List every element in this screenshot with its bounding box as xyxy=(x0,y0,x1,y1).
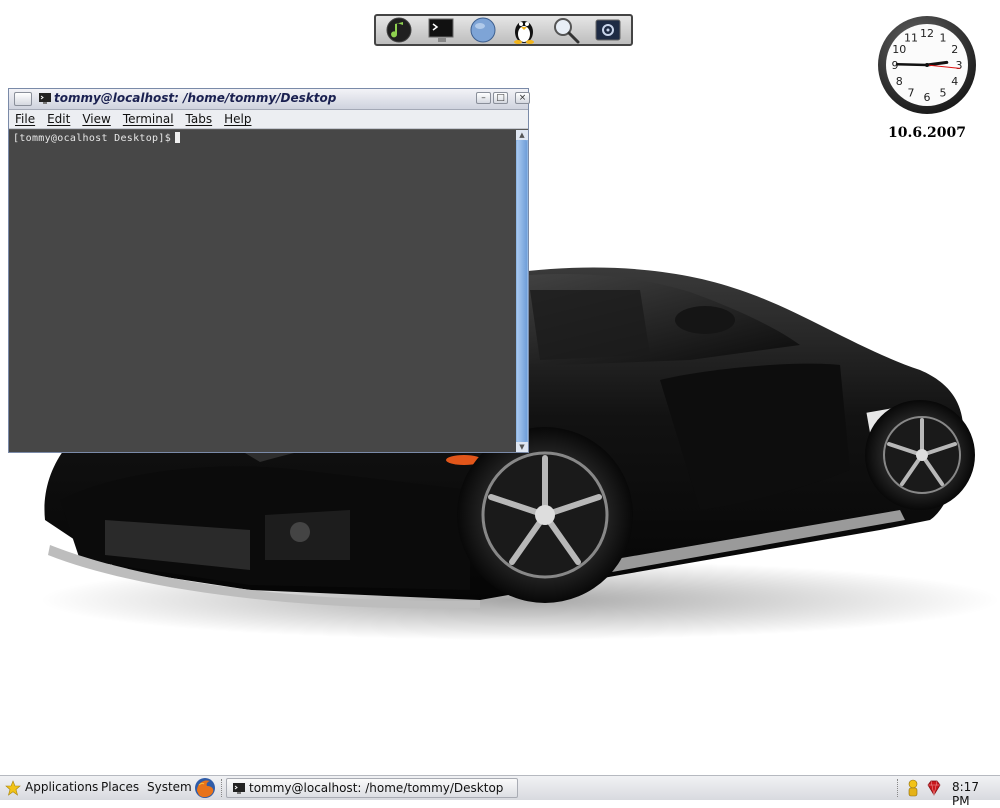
terminal-body[interactable]: [tommy@ocalhost Desktop]$ xyxy=(9,130,516,452)
places-menu[interactable]: Places xyxy=(101,780,139,794)
panel-separator xyxy=(897,779,902,797)
scroll-down-arrow-icon[interactable]: ▼ xyxy=(516,442,528,452)
clock-number: 9 xyxy=(892,59,899,72)
taskbar-label: tommy@localhost: /home/tommy/Desktop xyxy=(249,781,504,795)
launcher-dock xyxy=(374,14,633,46)
magnifier-icon[interactable] xyxy=(549,16,583,44)
clock-number: 1 xyxy=(940,31,947,44)
menu-help[interactable]: Help xyxy=(224,112,251,126)
vertical-scrollbar[interactable]: ▲ ▼ xyxy=(516,130,528,452)
menu-tabs[interactable]: Tabs xyxy=(186,112,213,126)
scroll-up-arrow-icon[interactable]: ▲ xyxy=(516,130,528,140)
menu-view[interactable]: View xyxy=(82,112,110,126)
ruby-icon[interactable] xyxy=(925,779,943,797)
terminal-prompt: [tommy@ocalhost Desktop]$ xyxy=(13,132,181,144)
prompt-text: [tommy@ocalhost Desktop]$ xyxy=(13,133,172,144)
terminal-icon xyxy=(233,783,245,794)
firefox-icon[interactable] xyxy=(193,777,217,799)
menu-terminal[interactable]: Terminal xyxy=(123,112,174,126)
close-icon: × xyxy=(518,93,527,103)
terminal-icon[interactable] xyxy=(424,16,458,44)
clock-number: 5 xyxy=(940,87,947,100)
minimize-icon: – xyxy=(481,93,486,103)
panel-clock[interactable]: 8:17 PM xyxy=(952,780,1000,808)
terminal-menubar: File Edit View Terminal Tabs Help xyxy=(9,110,528,129)
clock-number: 12 xyxy=(920,27,934,40)
analog-clock: 12 12 3 45678 9 1011 xyxy=(878,16,976,114)
applications-menu[interactable]: Applications xyxy=(25,780,98,794)
system-menu[interactable]: System xyxy=(147,780,192,794)
maximize-button[interactable]: □ xyxy=(493,92,508,104)
clock-number: 3 xyxy=(956,59,963,72)
music-player-icon[interactable] xyxy=(382,16,416,44)
clock-minute-hand xyxy=(895,62,929,67)
close-button[interactable]: × xyxy=(515,92,530,104)
clock-number: 11 xyxy=(904,31,918,44)
star-icon[interactable] xyxy=(5,780,21,796)
window-title: tommy@localhost: /home/tommy/Desktop xyxy=(54,91,337,105)
text-cursor xyxy=(175,132,181,143)
window-menu-button[interactable] xyxy=(14,92,32,106)
globe-icon[interactable] xyxy=(466,16,500,44)
menu-edit[interactable]: Edit xyxy=(47,112,70,126)
clock-number: 10 xyxy=(892,43,906,56)
clock-number: 6 xyxy=(924,91,931,104)
terminal-window[interactable]: tommy@localhost: /home/tommy/Desktop – □… xyxy=(8,88,530,453)
settings-icon[interactable] xyxy=(591,16,625,44)
menu-file[interactable]: File xyxy=(15,112,35,126)
update-notifier-icon[interactable] xyxy=(906,779,920,797)
maximize-icon: □ xyxy=(496,93,505,103)
clock-number: 8 xyxy=(896,75,903,88)
clock-number: 2 xyxy=(951,43,958,56)
scroll-thumb[interactable] xyxy=(517,140,527,442)
tux-icon[interactable] xyxy=(507,16,541,44)
minimize-button[interactable]: – xyxy=(476,92,491,104)
taskbar-terminal-button[interactable]: tommy@localhost: /home/tommy/Desktop xyxy=(226,778,518,798)
clock-date: 10.6.2007 xyxy=(888,125,966,141)
clock-number: 4 xyxy=(951,75,958,88)
terminal-titlebar[interactable]: tommy@localhost: /home/tommy/Desktop – □… xyxy=(9,89,530,110)
terminal-icon xyxy=(39,93,51,104)
clock-number: 7 xyxy=(908,87,915,100)
clock-center-pin xyxy=(925,63,929,67)
clock-widget: 12 1 2 3 4 5 6 7 8 9 10 11 10.6.2007 xyxy=(875,15,979,145)
bottom-panel: Applications Places System tommy@localho… xyxy=(0,775,1000,808)
